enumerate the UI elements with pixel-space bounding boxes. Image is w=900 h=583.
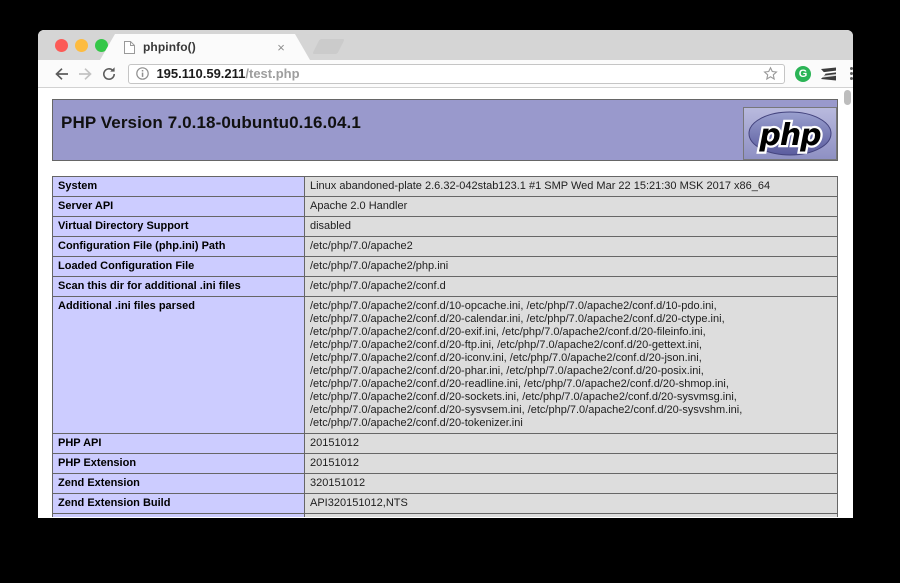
row-label: Loaded Configuration File bbox=[53, 257, 305, 277]
php-version-header: PHP Version 7.0.18-0ubuntu0.16.04.1 bbox=[52, 99, 838, 161]
forward-button[interactable] bbox=[73, 62, 96, 86]
row-value: Linux abandoned-plate 2.6.32-042stab123.… bbox=[305, 177, 838, 197]
row-value: disabled bbox=[305, 217, 838, 237]
browser-toolbar: 195.110.59.211/test.php G bbox=[38, 60, 853, 88]
page-info-icon[interactable] bbox=[136, 67, 149, 80]
browser-menu-icon[interactable] bbox=[850, 67, 853, 80]
row-value: /etc/php/7.0/apache2/conf.d/10-opcache.i… bbox=[305, 297, 838, 434]
forward-arrow-icon bbox=[77, 66, 93, 82]
row-value: 320151012 bbox=[305, 474, 838, 494]
row-value: /etc/php/7.0/apache2 bbox=[305, 237, 838, 257]
info-table: SystemLinux abandoned-plate 2.6.32-042st… bbox=[52, 176, 838, 517]
tab-close-icon[interactable]: × bbox=[274, 41, 288, 54]
table-row: Server APIApache 2.0 Handler bbox=[53, 197, 838, 217]
row-label: System bbox=[53, 177, 305, 197]
address-bar[interactable]: 195.110.59.211/test.php bbox=[128, 64, 785, 84]
flag-extension-icon[interactable] bbox=[820, 67, 837, 81]
row-label: PHP Extension Build bbox=[53, 514, 305, 518]
minimize-window-button[interactable] bbox=[75, 39, 88, 52]
table-row: Virtual Directory Supportdisabled bbox=[53, 217, 838, 237]
close-window-button[interactable] bbox=[55, 39, 68, 52]
bookmark-star-icon[interactable] bbox=[763, 66, 778, 81]
table-row: Zend Extension BuildAPI320151012,NTS bbox=[53, 494, 838, 514]
php-logo: php bbox=[743, 107, 837, 160]
refresh-button[interactable] bbox=[97, 62, 120, 86]
row-label: Zend Extension Build bbox=[53, 494, 305, 514]
row-label: Scan this dir for additional .ini files bbox=[53, 277, 305, 297]
grammarly-extension-icon[interactable]: G bbox=[795, 66, 811, 82]
table-row: PHP API20151012 bbox=[53, 434, 838, 454]
phpinfo-page: PHP Version 7.0.18-0ubuntu0.16.04.1 bbox=[38, 88, 838, 517]
table-row: Loaded Configuration File/etc/php/7.0/ap… bbox=[53, 257, 838, 277]
row-label: Zend Extension bbox=[53, 474, 305, 494]
extensions-area: G bbox=[795, 66, 853, 82]
new-tab-button[interactable] bbox=[312, 39, 345, 54]
page-title: PHP Version 7.0.18-0ubuntu0.16.04.1 bbox=[53, 100, 837, 133]
row-label: Configuration File (php.ini) Path bbox=[53, 237, 305, 257]
row-value: Apache 2.0 Handler bbox=[305, 197, 838, 217]
back-arrow-icon bbox=[54, 66, 70, 82]
table-row: Additional .ini files parsed/etc/php/7.0… bbox=[53, 297, 838, 434]
row-label: PHP API bbox=[53, 434, 305, 454]
row-value: API320151012,NTS bbox=[305, 494, 838, 514]
table-row: PHP Extension BuildAPI20151012,NTS bbox=[53, 514, 838, 518]
row-value: 20151012 bbox=[305, 454, 838, 474]
row-value: API20151012,NTS bbox=[305, 514, 838, 518]
screenshot-stage: phpinfo() × bbox=[0, 0, 900, 583]
row-label: PHP Extension bbox=[53, 454, 305, 474]
table-row: SystemLinux abandoned-plate 2.6.32-042st… bbox=[53, 177, 838, 197]
tab-title: phpinfo() bbox=[143, 40, 274, 54]
scrollbar-thumb[interactable] bbox=[844, 90, 851, 105]
info-table-body: SystemLinux abandoned-plate 2.6.32-042st… bbox=[53, 177, 838, 518]
row-value: /etc/php/7.0/apache2/conf.d bbox=[305, 277, 838, 297]
table-row: Scan this dir for additional .ini files/… bbox=[53, 277, 838, 297]
page-favicon-icon bbox=[123, 40, 136, 55]
row-value: 20151012 bbox=[305, 434, 838, 454]
tab-strip: phpinfo() × bbox=[38, 30, 853, 60]
row-label: Additional .ini files parsed bbox=[53, 297, 305, 434]
row-label: Virtual Directory Support bbox=[53, 217, 305, 237]
table-row: Zend Extension320151012 bbox=[53, 474, 838, 494]
page-content: PHP Version 7.0.18-0ubuntu0.16.04.1 bbox=[38, 88, 853, 517]
row-value: /etc/php/7.0/apache2/php.ini bbox=[305, 257, 838, 277]
tab-phpinfo[interactable]: phpinfo() × bbox=[100, 34, 310, 60]
table-row: Configuration File (php.ini) Path/etc/ph… bbox=[53, 237, 838, 257]
url-path: /test.php bbox=[245, 66, 299, 81]
window-controls bbox=[55, 39, 108, 52]
url-text: 195.110.59.211/test.php bbox=[156, 66, 763, 81]
table-row: PHP Extension20151012 bbox=[53, 454, 838, 474]
row-label: Server API bbox=[53, 197, 305, 217]
php-logo-text: php bbox=[758, 118, 821, 153]
refresh-icon bbox=[101, 66, 117, 82]
browser-window: phpinfo() × bbox=[38, 30, 853, 518]
url-host: 195.110.59.211 bbox=[156, 66, 245, 81]
back-button[interactable] bbox=[50, 62, 73, 86]
